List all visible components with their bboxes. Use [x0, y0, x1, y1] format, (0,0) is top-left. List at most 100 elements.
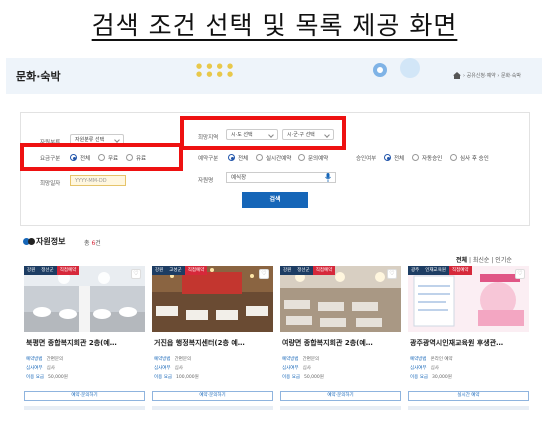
meta-key: 이용 요금 [154, 375, 172, 380]
reserve-inquiry-button[interactable]: 예약·문의하기 [152, 391, 273, 401]
reserve-radio-all[interactable] [228, 154, 235, 161]
card-meta-row: 이용 요금 50,000원 [282, 374, 324, 380]
card-next-strip [152, 406, 273, 410]
reserve-label: 예약구분 [198, 156, 219, 162]
resource-card[interactable]: 강원 정선군 직접예약 ♡ 북평면 종합복지회관 2층(예… 예약방법 간편문의 … [24, 266, 145, 412]
heart-icon[interactable]: ♡ [387, 269, 397, 279]
reserve-radio-realtime[interactable] [256, 154, 263, 161]
search-button[interactable]: 검색 [242, 192, 308, 208]
realtime-reserve-button[interactable]: 실시간 예약 [408, 391, 529, 401]
resource-card[interactable]: 강원 정선군 직접예약 ♡ 여량면 종합복지회관 2층(예… 예약방법 간편문의 … [280, 266, 401, 412]
results-count-prefix: 총 [84, 240, 90, 247]
approval-option-review: 심사 후 승인 [460, 156, 489, 162]
reserve-option-realtime: 실시간예약 [266, 156, 292, 162]
date-input[interactable]: YYYY-MM-DD [70, 175, 126, 186]
breadcrumb[interactable]: › 공유신청·예약 › 문화·숙박 [463, 72, 521, 79]
heart-icon[interactable]: ♡ [515, 269, 525, 279]
name-input[interactable]: 예식장 [226, 172, 336, 183]
heart-icon[interactable]: ♡ [131, 269, 141, 279]
approval-radio-review[interactable] [450, 154, 457, 161]
card-meta-row: 이용 요금 30,000원 [410, 374, 452, 380]
card-tag-region: 강원 [280, 266, 295, 275]
card-meta-row: 심사여부 심사 [410, 365, 439, 371]
reserve-option-inquiry: 문의예약 [308, 156, 329, 162]
meta-key: 이용 요금 [282, 375, 300, 380]
decoration-blob [400, 58, 420, 78]
card-name[interactable]: 여량면 종합복지회관 2층(예… [282, 338, 400, 348]
card-name[interactable]: 거진읍 행정복지센터(2층 예… [154, 338, 272, 348]
sort-popular[interactable]: 인기순 [495, 257, 512, 264]
card-meta-row: 예약방법 간편문의 [154, 356, 191, 362]
card-photo [280, 266, 401, 332]
meta-value: 심사 [302, 366, 311, 371]
name-label: 자원명 [198, 178, 214, 184]
results-title: 자원정보 [36, 237, 66, 246]
section-dot-icon-dark [28, 238, 35, 245]
meta-key: 예약방법 [26, 357, 43, 362]
card-next-strip [24, 406, 145, 410]
card-photo [24, 266, 145, 332]
reserve-inquiry-button[interactable]: 예약·문의하기 [280, 391, 401, 401]
reserve-radio-inquiry[interactable] [298, 154, 305, 161]
card-meta-row: 심사여부 심사 [282, 365, 311, 371]
card-next-strip [280, 406, 401, 410]
card-meta-row: 예약방법 간편문의 [282, 356, 319, 362]
card-tag-district: 인재교육원 [422, 266, 449, 275]
card-tag-type: 직접예약 [448, 266, 472, 275]
sort-latest[interactable]: 최신순 [473, 257, 490, 264]
card-tag-type: 직접예약 [184, 266, 208, 275]
page-heading: 검색 조건 선택 및 목록 제공 화면 [91, 11, 458, 40]
card-name[interactable]: 광주광역시인재교육원 후생관… [410, 338, 528, 348]
meta-key: 예약방법 [282, 357, 299, 362]
card-meta-row: 예약방법 온라인 예약 [410, 356, 453, 362]
meta-value: 50,000원 [304, 375, 324, 380]
card-tag-district: 고성군 [166, 266, 185, 275]
home-icon[interactable] [453, 72, 461, 79]
card-photo [152, 266, 273, 332]
meta-value: 100,000원 [176, 375, 199, 380]
meta-value: 심사 [46, 366, 55, 371]
meta-value: 간편문의 [46, 357, 64, 362]
reserve-option-all: 전체 [238, 156, 249, 162]
card-tags: 광주 인재교육원 직접예약 [408, 266, 472, 275]
card-photo [408, 266, 529, 332]
card-tag-district: 정선군 [294, 266, 313, 275]
card-tags: 강원 고성군 직접예약 [152, 266, 208, 275]
card-tag-type: 직접예약 [56, 266, 80, 275]
card-tag-region: 광주 [408, 266, 423, 275]
sort-options: 전체 | 최신순 | 인기순 [456, 257, 512, 264]
card-tags: 강원 정선군 직접예약 [24, 266, 80, 275]
meta-key: 이용 요금 [26, 375, 44, 380]
microphone-icon[interactable] [325, 173, 331, 182]
meta-value: 간편문의 [174, 357, 192, 362]
approval-radio-auto[interactable] [412, 154, 419, 161]
card-tag-type: 직접예약 [312, 266, 336, 275]
approval-radio-all[interactable] [384, 154, 391, 161]
card-tags: 강원 정선군 직접예약 [280, 266, 336, 275]
card-meta-row: 이용 요금 100,000원 [154, 374, 199, 380]
resource-card[interactable]: 광주 인재교육원 직접예약 ♡ 광주광역시인재교육원 후생관… 예약방법 온라인 … [408, 266, 529, 412]
meta-value: 30,000원 [432, 375, 452, 380]
card-meta-row: 이용 요금 50,000원 [26, 374, 68, 380]
heart-icon[interactable]: ♡ [259, 269, 269, 279]
card-tag-region: 강원 [152, 266, 167, 275]
card-tag-district: 정선군 [38, 266, 57, 275]
card-tag-region: 강원 [24, 266, 39, 275]
meta-key: 예약방법 [410, 357, 427, 362]
meta-value: 50,000원 [48, 375, 68, 380]
meta-key: 심사여부 [282, 366, 299, 371]
results-count: 총 6건 [84, 238, 101, 247]
sort-all[interactable]: 전체 [456, 257, 467, 264]
meta-key: 예약방법 [154, 357, 171, 362]
reserve-inquiry-button[interactable]: 예약·문의하기 [24, 391, 145, 401]
meta-value: 심사 [174, 366, 183, 371]
date-label: 희망일자 [40, 181, 61, 187]
resource-card[interactable]: 강원 고성군 직접예약 ♡ 거진읍 행정복지센터(2층 예… 예약방법 간편문의 … [152, 266, 273, 412]
highlight-region-box [180, 116, 346, 150]
card-name[interactable]: 북평면 종합복지회관 2층(예… [26, 338, 144, 348]
highlight-fee-box [20, 143, 183, 171]
card-meta-row: 심사여부 심사 [26, 365, 55, 371]
meta-value: 간편문의 [302, 357, 320, 362]
meta-key: 심사여부 [410, 366, 427, 371]
card-meta-row: 예약방법 간편문의 [26, 356, 63, 362]
